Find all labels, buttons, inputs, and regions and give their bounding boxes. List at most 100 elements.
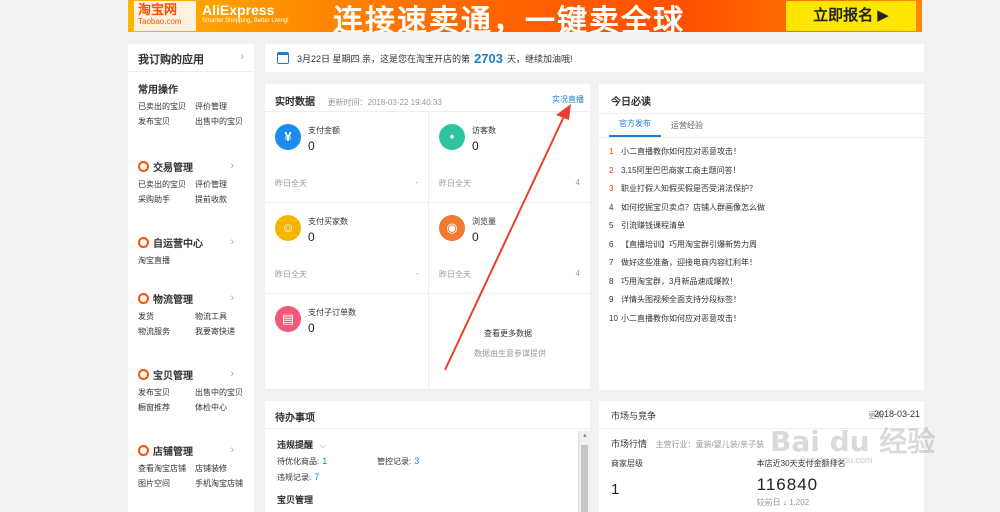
violation-toggle[interactable]: 违规提醒 ⌵ <box>265 429 590 451</box>
metric-yesterday-label: 昨日全天 <box>439 179 471 188</box>
sidebar-section-label: 常用操作 <box>138 84 178 96</box>
sidebar-link[interactable]: 出售中的宝贝 <box>195 387 252 398</box>
news-item[interactable]: 9 详情头图视频全面支持分段标签！ <box>609 294 914 313</box>
news-rank: 10 <box>609 313 618 323</box>
metric-yesterday-value: 4 <box>575 269 580 278</box>
todo-row: 违规记录: 7 <box>265 467 590 483</box>
more-data-link[interactable]: 查看更多数据 <box>484 328 532 339</box>
metric-yesterday-label: 昨日全天 <box>439 270 471 279</box>
sidebar-link[interactable]: 采购助手 <box>138 194 195 205</box>
chevron-down-icon[interactable]: ⌵ <box>320 440 327 450</box>
news-title[interactable]: 【直播培训】巧用淘宝群引爆新势力周 <box>621 240 757 249</box>
metric-cell[interactable]: ¥ 支付金额 0 昨日全天 - <box>265 112 429 203</box>
news-rank: 4 <box>609 202 614 212</box>
sidebar-link[interactable]: 体检中心 <box>195 402 252 413</box>
news-item[interactable]: 3 职业打假人知假买假是否受消法保护？ <box>609 183 914 202</box>
control-count[interactable]: 3 <box>414 456 419 466</box>
self-run-icon <box>138 236 149 248</box>
sidebar-link[interactable]: 查看淘宝店铺 <box>138 463 195 474</box>
violation-count[interactable]: 7 <box>314 472 319 482</box>
sidebar-link[interactable]: 橱窗推荐 <box>138 402 195 413</box>
news-title[interactable]: 巧用淘宝群，3月新品速成爆款！ <box>621 277 737 286</box>
news-item[interactable]: 2 3.15阿里巴巴商家工商主题问答！ <box>609 165 914 184</box>
news-title[interactable]: 做好这些准备，迎接电商内容红利年！ <box>621 258 757 267</box>
todo-scrollbar[interactable]: ▲ <box>578 431 590 512</box>
news-item[interactable]: 1 小二直播教你如何应对恶意攻击！ <box>609 146 914 165</box>
news-item[interactable]: 6 【直播培训】巧用淘宝群引爆新势力周 <box>609 239 914 258</box>
control-label: 管控记录: <box>377 457 412 466</box>
news-title[interactable]: 小二直播教你如何应对恶意攻击！ <box>621 147 741 156</box>
sidebar-header[interactable]: 我订购的应用 › <box>128 44 254 72</box>
sidebar-link[interactable]: 提前收款 <box>195 194 252 205</box>
news-rank: 1 <box>609 147 614 156</box>
sidebar-section-title[interactable]: 常用操作 <box>138 81 244 96</box>
violation-item[interactable]: 违规记录: 7 <box>277 472 377 483</box>
news-item[interactable]: 5 引流赚钱课程清单 <box>609 220 914 239</box>
sidebar-link[interactable]: 淘宝直播 <box>138 255 195 266</box>
sidebar-link[interactable]: 已卖出的宝贝 <box>138 101 195 112</box>
sidebar-link[interactable]: 物流服务 <box>138 326 195 337</box>
chevron-right-icon[interactable]: › <box>230 292 234 304</box>
metric-cell[interactable]: ☺ 支付买家数 0 昨日全天 - <box>265 203 429 294</box>
baidu-watermark: Bai du 经验 <box>770 425 936 458</box>
news-item[interactable]: 4 如何挖掘宝贝卖点？店铺人群画像怎么做 <box>609 202 914 221</box>
news-title[interactable]: 职业打假人知假买假是否受消法保护？ <box>621 184 757 193</box>
news-item[interactable]: 8 巧用淘宝群，3月新品速成爆款！ <box>609 276 914 295</box>
sidebar-link[interactable]: 发货 <box>138 311 195 322</box>
tab-official[interactable]: 官方发布 <box>609 118 661 137</box>
chevron-right-icon[interactable]: › <box>230 236 234 248</box>
tab-experience[interactable]: 运营经验 <box>661 120 713 137</box>
chevron-right-icon[interactable]: › <box>240 51 244 63</box>
metric-cell[interactable]: ◉ 浏览量 0 昨日全天 4 <box>429 203 590 294</box>
sidebar-link[interactable]: 已卖出的宝贝 <box>138 179 195 190</box>
news-title[interactable]: 详情头图视频全面支持分段标签！ <box>621 295 741 304</box>
news-rank: 9 <box>609 295 614 304</box>
news-item[interactable]: 7 做好这些准备，迎接电商内容红利年！ <box>609 257 914 276</box>
sidebar-link[interactable]: 评价管理 <box>195 179 252 190</box>
metric-cell[interactable]: ▤ 支付子订单数 0 <box>265 294 429 390</box>
sidebar-link[interactable]: 店铺装修 <box>195 463 252 474</box>
promo-banner[interactable]: 淘宝网 Taobao.com AliExpress Smarter Shoppi… <box>128 0 922 32</box>
sidebar-header-title: 我订购的应用 <box>138 54 204 66</box>
metric-yesterday-label: 昨日全天 <box>275 270 307 279</box>
news-title[interactable]: 3.15阿里巴巴商家工商主题问答！ <box>621 166 741 175</box>
optimize-count[interactable]: 1 <box>322 456 327 466</box>
sidebar-section-title[interactable]: 自运营中心 › <box>138 235 244 250</box>
optimize-item[interactable]: 待优化商品: 1 <box>277 456 377 467</box>
rank-compare: 较前日 ↓ 1,202 <box>757 497 912 508</box>
more-data-cell[interactable]: 查看更多数据 数据由生意参谋提供 <box>429 294 590 390</box>
news-title[interactable]: 如何挖掘宝贝卖点？店铺人群画像怎么做 <box>621 203 765 212</box>
signup-button[interactable]: 立即报名 ▶ <box>786 1 916 31</box>
sidebar-section-title[interactable]: 宝贝管理 › <box>138 367 244 382</box>
chevron-right-icon[interactable]: › <box>230 160 234 172</box>
sidebar-link[interactable]: 评价管理 <box>195 101 252 112</box>
scrollbar-thumb[interactable] <box>581 445 588 512</box>
sidebar-section-title[interactable]: 店铺管理 › <box>138 443 244 458</box>
sidebar-link[interactable]: 我要寄快递 <box>195 326 252 337</box>
sidebar-section-label: 交易管理 <box>153 162 193 174</box>
taobao-logo[interactable]: 淘宝网 Taobao.com <box>134 1 196 31</box>
sidebar-link[interactable]: 发布宝贝 <box>138 387 195 398</box>
arrow-down-icon: ↓ <box>782 498 787 507</box>
metric-cell[interactable]: • 访客数 0 昨日全天 4 <box>429 112 590 203</box>
control-item[interactable]: 管控记录: 3 <box>377 456 477 467</box>
news-title[interactable]: 小二直播教你如何应对恶意攻击！ <box>621 314 741 323</box>
sidebar-section-title[interactable]: 交易管理 › <box>138 159 244 174</box>
chevron-right-icon[interactable]: › <box>230 368 234 380</box>
merchant-level: 商家层级 1 <box>611 458 757 508</box>
sidebar-section: 店铺管理 › 查看淘宝店铺 店铺装修 图片空间 手机淘宝店铺 <box>128 434 254 506</box>
sidebar-section: 宝贝管理 › 发布宝贝 出售中的宝贝 橱窗推荐 体检中心 <box>128 358 254 434</box>
news-item[interactable]: 10 小二直播教你如何应对恶意攻击！ <box>609 313 914 332</box>
sidebar-link[interactable]: 发布宝贝 <box>138 116 195 127</box>
sidebar-section-title[interactable]: 物流管理 › <box>138 291 244 306</box>
scroll-up-icon[interactable]: ▲ <box>582 433 588 439</box>
sidebar-link[interactable]: 图片空间 <box>138 478 195 489</box>
sidebar-link[interactable]: 物流工具 <box>195 311 252 322</box>
sidebar-link[interactable]: 手机淘宝店铺 <box>195 478 252 489</box>
metric-label: 支付买家数 <box>308 217 348 226</box>
live-link[interactable]: 实况直播 <box>552 94 584 105</box>
sidebar-link[interactable]: 出售中的宝贝 <box>195 116 252 127</box>
chevron-right-icon[interactable]: › <box>230 444 234 456</box>
merchant-level-label: 商家层级 <box>611 459 643 468</box>
news-title[interactable]: 引流赚钱课程清单 <box>621 221 685 230</box>
